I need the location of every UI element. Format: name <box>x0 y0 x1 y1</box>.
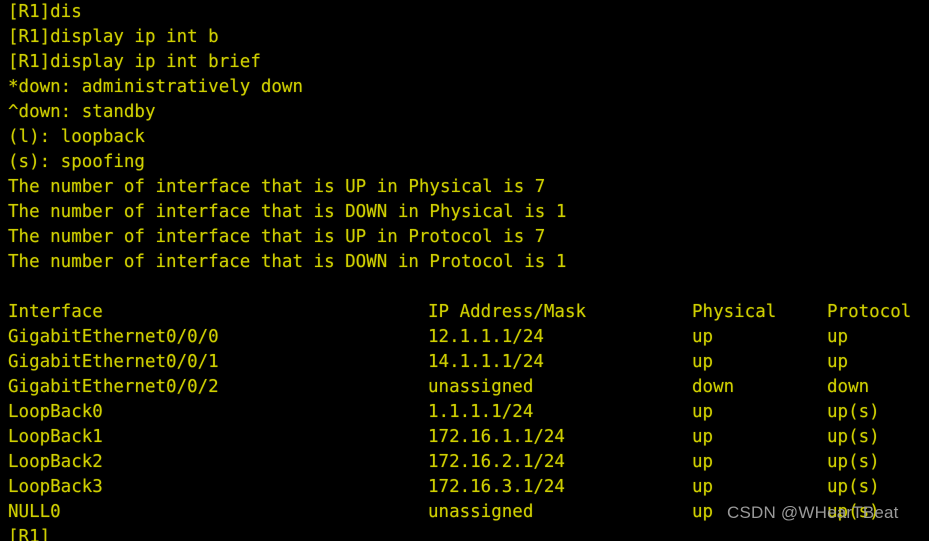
cell-interface: LoopBack2 <box>8 452 103 472</box>
terminal-line: (l): loopback <box>8 127 145 147</box>
table-row: LoopBack2 172.16.2.1/24 up up(s) <box>0 450 929 475</box>
cell-physical-status: up <box>692 402 714 422</box>
table-row: NULL0 unassigned up up(s) <box>0 500 929 525</box>
cell-ip-address-mask: 14.1.1.1/24 <box>428 352 544 372</box>
terminal-line: The number of interface that is UP in Pr… <box>8 227 546 247</box>
table-row: GigabitEthernet0/0/0 12.1.1.1/24 up up <box>0 325 929 350</box>
terminal-line: The number of interface that is UP in Ph… <box>8 177 546 197</box>
cell-protocol-status: up <box>827 327 849 347</box>
cell-interface: LoopBack3 <box>8 477 103 497</box>
cell-ip-address-mask: 12.1.1.1/24 <box>428 327 544 347</box>
terminal-line: [R1]dis <box>8 2 82 22</box>
terminal-output[interactable]: [R1]dis [R1]display ip int b [R1]display… <box>0 0 929 541</box>
cell-protocol-status: down <box>827 377 870 397</box>
cell-interface: LoopBack0 <box>8 402 103 422</box>
cell-ip-address-mask: 172.16.3.1/24 <box>428 477 565 497</box>
table-row: GigabitEthernet0/0/2 unassigned down dow… <box>0 375 929 400</box>
cell-protocol-status: up <box>827 352 849 372</box>
column-header-interface: Interface <box>8 302 103 322</box>
cell-ip-address-mask: unassigned <box>428 502 534 522</box>
cell-physical-status: up <box>692 452 714 472</box>
table-header-row: Interface IP Address/Mask Physical Proto… <box>0 300 929 325</box>
cell-physical-status: up <box>692 427 714 447</box>
cell-protocol-status: up(s) <box>827 502 880 522</box>
cell-protocol-status: up(s) <box>827 402 880 422</box>
terminal-prompt[interactable]: [R1] <box>0 525 929 541</box>
table-row: LoopBack1 172.16.1.1/24 up up(s) <box>0 425 929 450</box>
table-row: LoopBack0 1.1.1.1/24 up up(s) <box>0 400 929 425</box>
column-header-protocol: Protocol <box>827 302 912 322</box>
terminal-line: [R1]display ip int brief <box>8 52 261 72</box>
cell-ip-address-mask: unassigned <box>428 377 534 397</box>
cell-physical-status: up <box>692 502 714 522</box>
column-header-ip-address-mask: IP Address/Mask <box>428 302 587 322</box>
cell-protocol-status: up(s) <box>827 452 880 472</box>
terminal-line: ^down: standby <box>8 102 156 122</box>
table-row: GigabitEthernet0/0/1 14.1.1.1/24 up up <box>0 350 929 375</box>
terminal-line: (s): spoofing <box>8 152 145 172</box>
cell-physical-status: up <box>692 327 714 347</box>
cell-ip-address-mask: 172.16.1.1/24 <box>428 427 565 447</box>
cell-physical-status: down <box>692 377 735 397</box>
cell-interface: NULL0 <box>8 502 61 522</box>
cell-interface: LoopBack1 <box>8 427 103 447</box>
terminal-screen: [R1]dis [R1]display ip int b [R1]display… <box>0 0 929 541</box>
cell-protocol-status: up(s) <box>827 427 880 447</box>
cell-interface: GigabitEthernet0/0/0 <box>8 327 219 347</box>
terminal-line: [R1]display ip int b <box>8 27 219 47</box>
cell-physical-status: up <box>692 477 714 497</box>
terminal-line: *down: administratively down <box>8 77 304 97</box>
cell-protocol-status: up(s) <box>827 477 880 497</box>
cell-interface: GigabitEthernet0/0/1 <box>8 352 219 372</box>
cell-interface: GigabitEthernet0/0/2 <box>8 377 219 397</box>
terminal-line: The number of interface that is DOWN in … <box>8 202 567 222</box>
table-row: LoopBack3 172.16.3.1/24 up up(s) <box>0 475 929 500</box>
cell-ip-address-mask: 1.1.1.1/24 <box>428 402 534 422</box>
cell-physical-status: up <box>692 352 714 372</box>
column-header-physical: Physical <box>692 302 777 322</box>
terminal-line: The number of interface that is DOWN in … <box>8 252 567 272</box>
cell-ip-address-mask: 172.16.2.1/24 <box>428 452 565 472</box>
